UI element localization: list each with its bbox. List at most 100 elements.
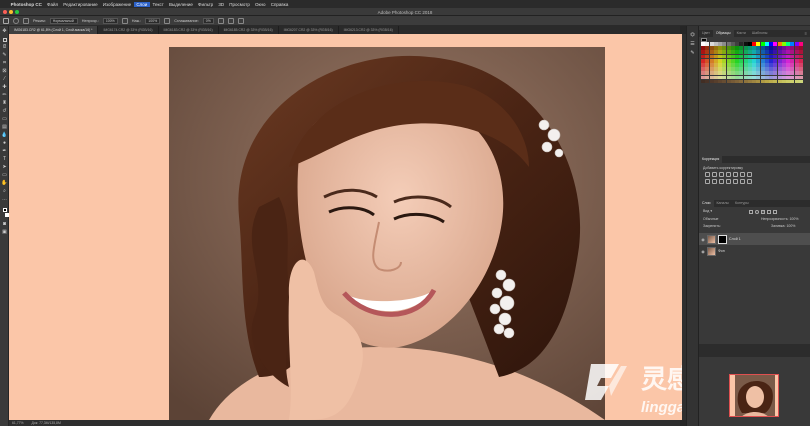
- filter-shape-icon[interactable]: [767, 210, 771, 214]
- menu-item[interactable]: Слои: [133, 1, 150, 7]
- photo-filter-icon[interactable]: [712, 179, 717, 184]
- navigator-thumbnail[interactable]: [729, 374, 779, 417]
- brush-panel-icon[interactable]: ✎: [690, 51, 695, 56]
- dodge-tool-icon[interactable]: ●: [2, 141, 7, 146]
- menu-item[interactable]: Текст: [150, 2, 167, 7]
- type-tool-icon[interactable]: T: [2, 157, 7, 162]
- document-tab[interactable]: IMG6174.CR2 @ 33% (RGB/16): [98, 26, 159, 34]
- shape-tool-icon[interactable]: ▭: [2, 173, 7, 178]
- menu-item[interactable]: Файл: [44, 2, 60, 7]
- document-tab[interactable]: IMG6213.CR2 @ 33% (RGB/16): [339, 26, 399, 34]
- visibility-eye-icon[interactable]: ◉: [699, 237, 707, 242]
- gradient-tool-icon[interactable]: ▤: [2, 125, 7, 130]
- color-balance-icon[interactable]: [747, 172, 752, 177]
- path-select-tool-icon[interactable]: ➤: [2, 165, 7, 170]
- menu-item[interactable]: Окно: [252, 2, 268, 7]
- flow-input[interactable]: 100%: [145, 17, 161, 24]
- eyedropper-tool-icon[interactable]: ⁄: [2, 77, 7, 82]
- smoothing-settings-icon[interactable]: [217, 17, 224, 24]
- filter-pixel-icon[interactable]: [749, 210, 753, 214]
- layer-kind-filter[interactable]: Вид ▾: [703, 209, 712, 213]
- brush-settings-icon[interactable]: [23, 17, 29, 24]
- brush-tool-icon[interactable]: ✏: [2, 93, 7, 98]
- hue-saturation-icon[interactable]: [740, 172, 745, 177]
- black-white-icon[interactable]: [705, 179, 710, 184]
- hand-tool-icon[interactable]: ✋: [1, 181, 7, 186]
- brightness-icon[interactable]: [705, 172, 710, 177]
- layer-name[interactable]: Слой 1: [729, 237, 741, 241]
- blur-tool-icon[interactable]: 💧: [1, 133, 7, 138]
- crop-tool-icon[interactable]: ⌗: [2, 61, 7, 66]
- channel-mixer-icon[interactable]: [719, 179, 724, 184]
- move-tool-icon[interactable]: ✥: [2, 29, 7, 34]
- zoom-level[interactable]: 61,77%: [12, 421, 24, 425]
- menu-item[interactable]: Изображение: [100, 2, 134, 7]
- mode-select[interactable]: Нормальный: [49, 17, 78, 24]
- airbrush-icon[interactable]: [164, 17, 171, 24]
- properties-panel-icon[interactable]: ☰: [690, 42, 695, 47]
- layers-tab[interactable]: Каналы: [714, 200, 732, 207]
- levels-icon[interactable]: [712, 172, 717, 177]
- zoom-tool-icon[interactable]: ⌕: [2, 189, 7, 194]
- filter-type-icon[interactable]: T: [761, 210, 765, 214]
- brush-size-icon[interactable]: [13, 17, 19, 24]
- opacity-input[interactable]: 100%: [102, 17, 118, 24]
- invert-icon[interactable]: [733, 179, 738, 184]
- tab-adjustments[interactable]: Коррекция: [699, 156, 723, 163]
- vibrance-icon[interactable]: [733, 172, 738, 177]
- stamp-tool-icon[interactable]: ♜: [2, 101, 7, 106]
- pen-tool-icon[interactable]: ✒: [2, 149, 7, 154]
- document-tab[interactable]: IMG6183.CR2 @ 33% (RGB/16): [159, 26, 219, 34]
- layers-tab[interactable]: Контуры: [732, 200, 752, 207]
- document-tab[interactable]: IMG6207.CR2 @ 33% (RGB/16): [279, 26, 339, 34]
- history-panel-icon[interactable]: ⏣: [690, 33, 695, 38]
- visibility-eye-icon[interactable]: ◉: [699, 249, 707, 254]
- frame-tool-icon[interactable]: ⊠: [2, 69, 7, 74]
- swatches-tab[interactable]: Цвет: [699, 30, 713, 37]
- smoothing-input[interactable]: 0%: [202, 17, 214, 24]
- menu-item[interactable]: Справка: [268, 2, 291, 7]
- document-tab[interactable]: IMG6183.CR2 @ 61,8% (Слой 1, Слой-маска/…: [9, 26, 99, 34]
- layer-row[interactable]: ◉ Слой 1: [699, 233, 810, 245]
- filter-adjustment-icon[interactable]: [755, 210, 759, 214]
- curves-icon[interactable]: [719, 172, 724, 177]
- layer-name[interactable]: Фон: [718, 249, 725, 253]
- more-tools-icon[interactable]: …: [2, 197, 7, 202]
- filter-smart-icon[interactable]: [773, 210, 777, 214]
- posterize-icon[interactable]: [740, 179, 745, 184]
- layer-opacity-value[interactable]: 100%: [789, 217, 798, 221]
- history-brush-icon[interactable]: ↺: [2, 109, 7, 114]
- swatches-tab[interactable]: Шаблоны: [749, 30, 770, 37]
- menu-item[interactable]: Photoshop CC: [8, 2, 44, 7]
- layers-tab[interactable]: Слои: [699, 200, 714, 207]
- document-tab[interactable]: IMG6185.CR2 @ 33% (RGB/16): [219, 26, 279, 34]
- blend-mode-select[interactable]: Обычные: [703, 217, 718, 221]
- brush-preset-icon[interactable]: [3, 17, 9, 24]
- color-swatch[interactable]: [798, 79, 803, 84]
- screen-mode-icon[interactable]: ▣: [2, 230, 7, 235]
- lasso-tool-icon[interactable]: ᘓ: [2, 45, 7, 50]
- pressure-opacity-icon[interactable]: [121, 17, 128, 24]
- healing-tool-icon[interactable]: ✚: [2, 85, 7, 90]
- swatches-tab[interactable]: Образцы: [712, 30, 734, 37]
- menu-item[interactable]: Выделение: [166, 2, 195, 7]
- menu-item[interactable]: Просмотр: [227, 2, 253, 7]
- menu-item[interactable]: 3D: [216, 2, 227, 7]
- layer-mask-thumbnail[interactable]: [718, 234, 727, 244]
- swatch-grid[interactable]: [701, 42, 803, 84]
- marquee-tool-icon[interactable]: [2, 37, 7, 42]
- threshold-icon[interactable]: [747, 179, 752, 184]
- menu-item[interactable]: Редактирование: [61, 2, 100, 7]
- symmetry-icon[interactable]: [237, 17, 244, 24]
- layer-thumbnail[interactable]: [707, 234, 716, 244]
- fill-value[interactable]: 100%: [786, 224, 795, 228]
- canvas[interactable]: 灵感中国 lingganchina.com: [9, 34, 682, 420]
- color-lookup-icon[interactable]: [726, 179, 731, 184]
- eraser-tool-icon[interactable]: ▭: [2, 117, 7, 122]
- layer-row[interactable]: ◉ Фон: [699, 245, 810, 257]
- quick-select-tool-icon[interactable]: ✎: [2, 53, 7, 58]
- exposure-icon[interactable]: [726, 172, 731, 177]
- layer-thumbnail[interactable]: [707, 246, 716, 256]
- panel-menu-icon[interactable]: ≡: [805, 30, 807, 37]
- menu-item[interactable]: Фильтр: [195, 2, 215, 7]
